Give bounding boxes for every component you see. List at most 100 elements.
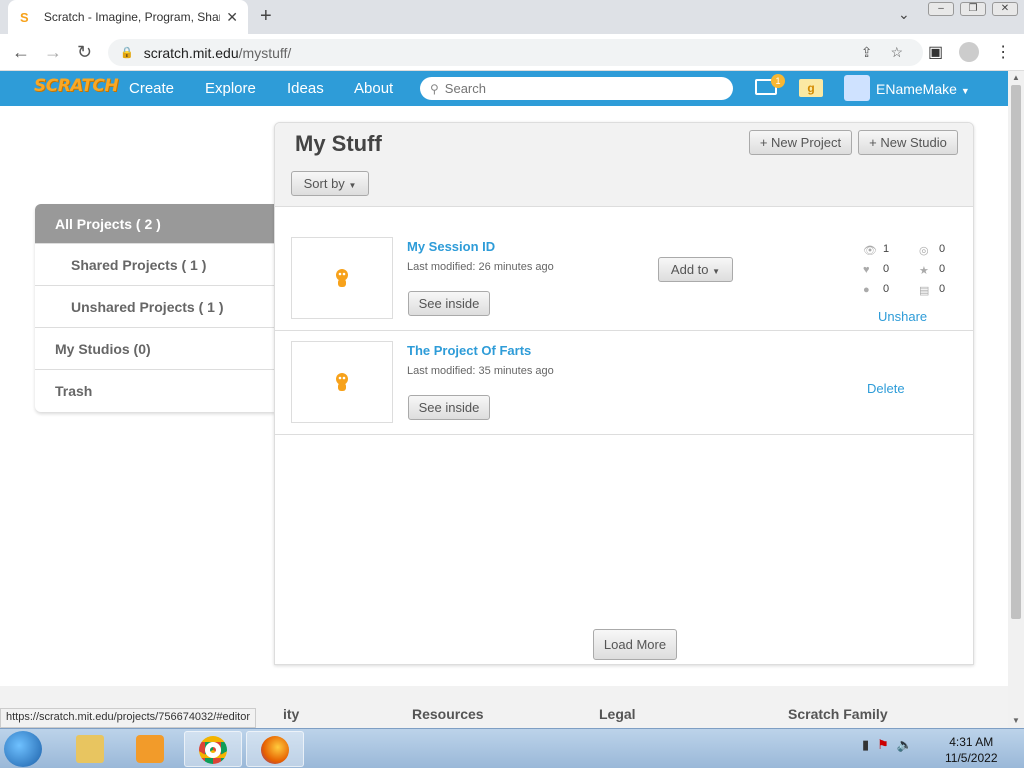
browser-tabstrip: S Scratch - Imagine, Program, Share ✕ + …	[0, 0, 1024, 34]
project-title-link[interactable]: The Project Of Farts	[407, 343, 531, 358]
restore-icon[interactable]: ❐	[960, 2, 986, 16]
url-host: scratch.mit.edu	[143, 44, 239, 61]
caret-down-icon: ▼	[348, 181, 357, 190]
tab-search-chevron-icon[interactable]: ⌄	[898, 6, 910, 23]
nav-create[interactable]: Create	[129, 80, 174, 97]
panel-header: My Stuff + New Project + New Studio Sort…	[275, 123, 973, 207]
see-inside-button[interactable]: See inside	[408, 291, 490, 316]
scratch-logo[interactable]: SCRATCH	[34, 76, 119, 96]
window-close-icon[interactable]: ✕	[992, 2, 1018, 16]
loves-count: 0	[883, 263, 890, 275]
nav-ideas[interactable]: Ideas	[287, 80, 324, 97]
volume-icon[interactable]: 🔈	[897, 737, 913, 753]
taskbar-firefox[interactable]	[246, 731, 304, 767]
scroll-thumb[interactable]	[1011, 85, 1021, 619]
caret-down-icon: ▼	[712, 267, 721, 276]
mystuff-sidebar: All Projects ( 2 ) Shared Projects ( 1 )…	[35, 204, 275, 412]
scroll-up-icon[interactable]: ▲	[1012, 73, 1020, 82]
mystuff-panel: My Stuff + New Project + New Studio Sort…	[274, 122, 974, 665]
system-clock[interactable]: 4:31 AM 11/5/2022	[945, 734, 998, 766]
folder-icon	[76, 735, 104, 763]
sidebar-item-all-projects[interactable]: All Projects ( 2 )	[35, 204, 275, 244]
footer-heading-legal: Legal	[599, 706, 636, 722]
unshare-link[interactable]: Unshare	[878, 309, 927, 324]
sidebar-item-my-studios[interactable]: My Studios (0)	[35, 328, 275, 370]
load-more-button[interactable]: Load More	[593, 629, 677, 660]
comments-count: 0	[883, 283, 890, 295]
svg-text:S: S	[20, 10, 29, 25]
browser-menu-icon[interactable]: ⋮	[995, 42, 1011, 62]
studios-count: 0	[939, 283, 946, 295]
search-box[interactable]: ⚲	[420, 77, 733, 100]
bookmark-star-icon[interactable]: ☆	[890, 44, 903, 61]
taskbar-media-player[interactable]	[122, 731, 180, 767]
footer-heading-community: ity	[283, 706, 300, 722]
share-icon[interactable]: ⇪	[861, 44, 873, 61]
back-arrow-icon[interactable]: ←	[12, 42, 30, 63]
new-studio-button[interactable]: + New Studio	[858, 130, 958, 155]
url-path: /mystuff/	[238, 44, 292, 61]
favorites-count: 0	[939, 263, 946, 275]
project-modified: Last modified: 35 minutes ago	[407, 365, 554, 377]
address-bar[interactable]: 🔒 scratch.mit.edu /mystuff/ ⇪ ☆	[108, 39, 923, 66]
omnibox-actions: ⇪ ☆	[861, 39, 903, 66]
taskbar-chrome[interactable]	[184, 731, 242, 767]
search-input[interactable]	[444, 81, 715, 96]
profile-avatar-icon[interactable]	[959, 42, 980, 62]
sort-by-dropdown[interactable]: Sort by ▼	[291, 171, 369, 196]
chrome-icon	[199, 736, 227, 764]
delete-link[interactable]: Delete	[867, 381, 905, 396]
side-panel-icon[interactable]: ▣	[928, 42, 943, 62]
nav-explore[interactable]: Explore	[205, 80, 256, 97]
new-project-button[interactable]: + New Project	[749, 130, 852, 155]
lock-icon[interactable]: 🔒	[120, 46, 134, 59]
tab-close-icon[interactable]: ✕	[226, 9, 238, 26]
scratch-cat-icon	[336, 269, 348, 287]
firefox-icon	[261, 736, 289, 764]
minimize-icon[interactable]: ‒	[928, 2, 954, 16]
favorites-stat: ★ 0	[919, 263, 946, 277]
scroll-down-icon[interactable]: ▼	[1012, 716, 1020, 725]
sidebar-item-shared-projects[interactable]: Shared Projects ( 1 )	[35, 244, 275, 286]
sidebar-item-trash[interactable]: Trash	[35, 370, 275, 412]
project-thumbnail[interactable]	[291, 237, 393, 319]
browser-tab[interactable]: S Scratch - Imagine, Program, Share ✕	[8, 0, 248, 34]
clock-time: 4:31 AM	[949, 735, 994, 749]
remixes-stat: ◎ 0	[919, 243, 946, 257]
eye-icon: 👁	[863, 245, 877, 257]
action-center-flag-icon[interactable]: ⚑	[877, 737, 889, 753]
nav-about[interactable]: About	[354, 80, 393, 97]
views-stat: 👁 1	[863, 243, 889, 257]
start-button-icon[interactable]	[4, 731, 42, 767]
see-inside-button[interactable]: See inside	[408, 395, 490, 420]
clock-date: 11/5/2022	[945, 751, 998, 765]
sort-by-label: Sort by	[303, 176, 345, 191]
remixes-count: 0	[939, 243, 946, 255]
project-thumbnail[interactable]	[291, 341, 393, 423]
window-controls: ‒ ❐ ✕	[928, 2, 1018, 16]
username-label: ENameMake	[876, 81, 957, 97]
project-title-link[interactable]: My Session ID	[407, 239, 495, 254]
reload-icon[interactable]: ↻	[77, 42, 92, 63]
user-avatar[interactable]	[844, 75, 870, 101]
taskbar-explorer[interactable]	[62, 731, 120, 767]
sidebar-item-unshared-projects[interactable]: Unshared Projects ( 1 )	[35, 286, 275, 328]
studio-icon: ▤	[919, 285, 930, 297]
status-bar-url: https://scratch.mit.edu/projects/7566740…	[0, 708, 256, 728]
my-stuff-folder-icon[interactable]: g	[799, 79, 823, 97]
project-modified: Last modified: 26 minutes ago	[407, 261, 554, 273]
page-scrollbar[interactable]: ▲ ▼	[1008, 71, 1024, 728]
add-to-dropdown[interactable]: Add to ▼	[658, 257, 733, 282]
username-menu[interactable]: ENameMake ▼	[876, 81, 970, 97]
star-icon: ★	[919, 265, 929, 277]
network-icon[interactable]: ▮	[862, 737, 869, 753]
forward-arrow-icon[interactable]: →	[44, 42, 62, 63]
search-icon: ⚲	[430, 81, 439, 96]
project-row: My Session ID Last modified: 26 minutes …	[275, 227, 973, 331]
browser-toolbar: ← → ↻ 🔒 scratch.mit.edu /mystuff/ ⇪ ☆ ▣ …	[0, 34, 1024, 71]
loves-stat: ♥ 0	[863, 263, 890, 276]
footer-heading-scratch-family: Scratch Family	[788, 706, 888, 722]
new-tab-button[interactable]: +	[260, 5, 272, 28]
footer-heading-resources: Resources	[412, 706, 484, 722]
page-title: My Stuff	[295, 131, 382, 156]
